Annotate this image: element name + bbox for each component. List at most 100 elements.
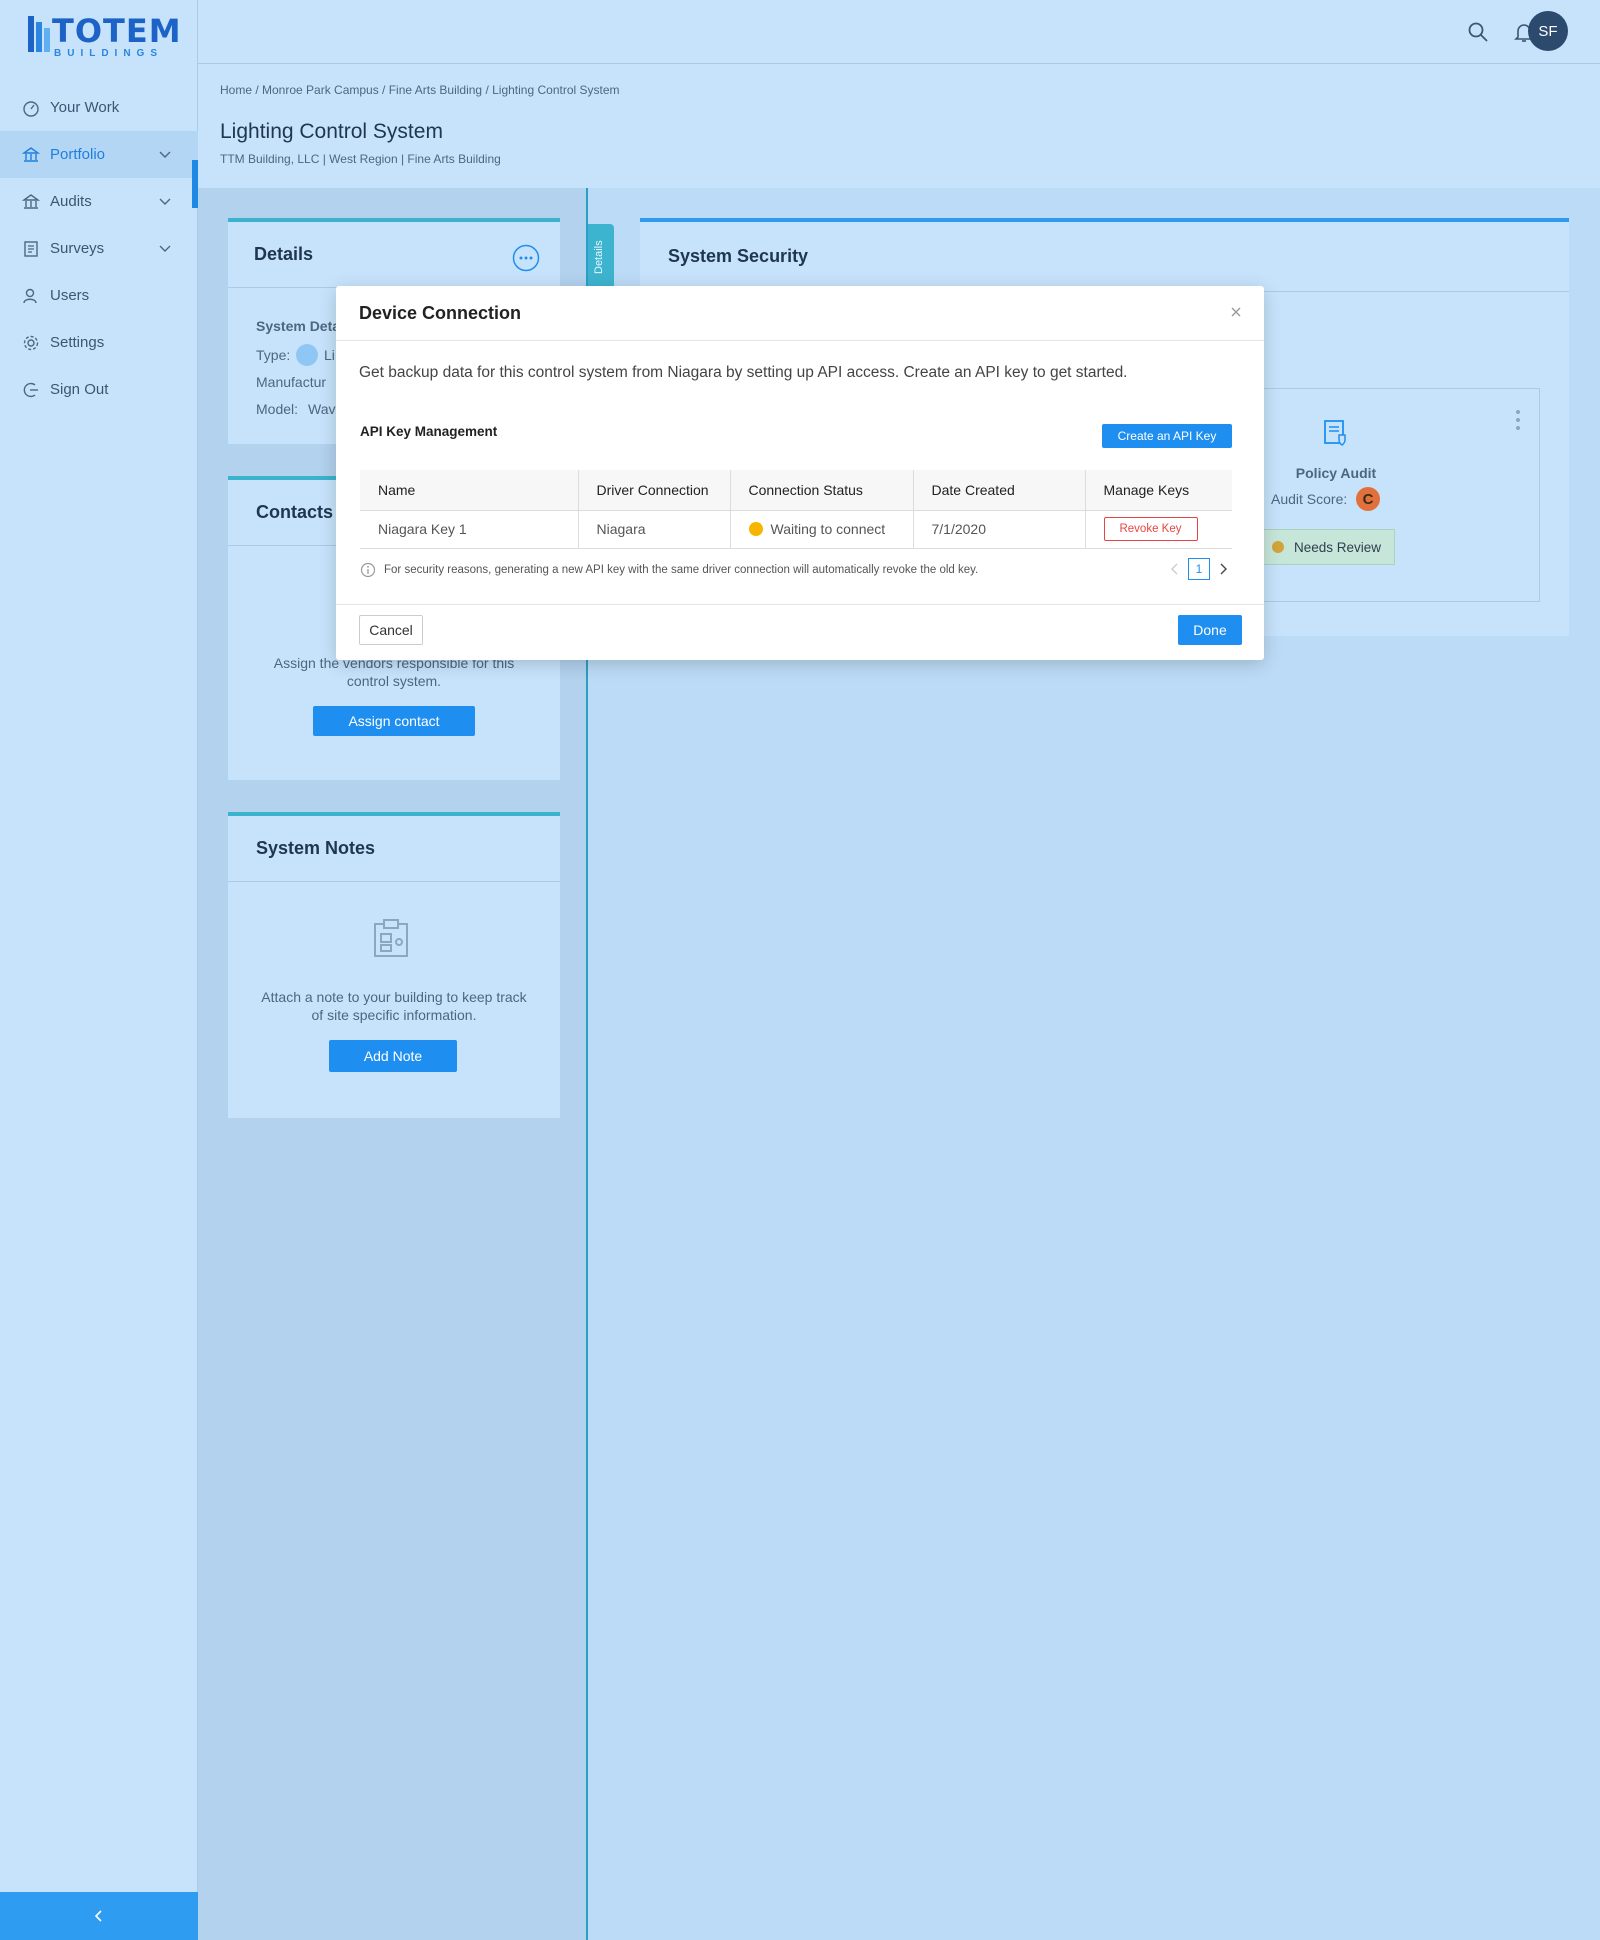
column-header-name: Name [360,470,579,511]
page-subtitle: TTM Building, LLC | West Region | Fine A… [220,152,501,166]
sidebar-item-settings[interactable]: Settings [0,319,198,366]
sidebar-item-surveys[interactable]: Surveys [0,225,198,272]
key-name: Niagara Key 1 [360,510,579,549]
system-notes-card: System Notes Attach a note to your build… [228,812,560,1118]
survey-icon [24,240,38,257]
sidebar-item-label: Sign Out [50,381,109,398]
notes-desc-line: of site specific information. [311,1007,477,1023]
add-note-button[interactable]: Add Note [329,1040,457,1072]
column-header-driver: Driver Connection [578,470,731,511]
modal-footer: Cancel Done [336,604,1264,660]
contacts-desc-line: control system. [346,673,442,689]
sidebar: TOTEM BUILDINGS Your Work Portfolio Audi… [0,0,198,1940]
status-badge: Needs Review [1261,529,1395,565]
sidebar-item-label: Portfolio [50,146,106,163]
cancel-button[interactable]: Cancel [359,615,423,645]
key-driver: Niagara [578,510,731,549]
key-actions: Revoke Key [1085,510,1232,549]
policy-audit-panel[interactable]: Policy Audit Audit Score: C Needs Review [1260,388,1540,602]
policy-document-icon [1324,420,1346,446]
assign-contact-button[interactable]: Assign contact [313,706,475,736]
sidebar-item-users[interactable]: Users [0,272,198,319]
manufacturer-label: Manufactur [256,374,327,390]
sidebar-item-label: Audits [50,193,92,210]
security-info-note: For security reasons, generating a new A… [360,562,978,578]
device-connection-modal: Device Connection Get backup data for th… [336,286,1264,660]
column-header-date: Date Created [913,470,1086,511]
column-header-status: Connection Status [730,470,914,511]
details-card-title: Details [228,222,560,288]
info-icon [360,562,376,578]
chevron-down-icon [159,198,171,205]
type-value: Li [324,347,335,363]
notes-description: Attach a note to your building to keep t… [228,988,560,1024]
page-header: Home / Monroe Park Campus / Fine Arts Bu… [198,64,1600,188]
notes-desc-line: Attach a note to your building to keep t… [261,989,527,1005]
search-icon[interactable] [1466,20,1490,44]
status-dot [1272,541,1284,553]
status-text: Needs Review [1294,539,1382,555]
chevron-right-icon[interactable] [1218,563,1228,575]
details-tab-label: Details [593,240,605,274]
create-api-key-button[interactable]: Create an API Key [1102,424,1232,448]
done-button[interactable]: Done [1178,615,1242,645]
api-keys-table: Name Driver Connection Connection Status… [360,470,1232,549]
gear-icon [23,335,39,350]
chevron-down-icon [159,151,171,158]
modal-title: Device Connection [336,286,1264,341]
table-header-row: Name Driver Connection Connection Status… [360,470,1232,511]
details-toggle-tab[interactable]: Details [588,224,614,290]
page-title: Lighting Control System [220,120,443,143]
dashboard-icon [23,100,39,117]
key-date: 7/1/2020 [913,510,1086,549]
bank-icon [22,146,40,162]
logo-wordmark: TOTEM [52,12,182,50]
key-status: Waiting to connect [730,510,914,549]
table-row: Niagara Key 1 Niagara Waiting to connect… [360,510,1232,549]
avatar[interactable]: SF [1528,11,1568,51]
modal-description: Get backup data for this control system … [359,364,1128,381]
bank-icon [22,193,40,209]
logo-subtitle: BUILDINGS [54,48,163,59]
column-header-manage: Manage Keys [1085,470,1232,511]
kebab-menu-icon[interactable] [1515,409,1521,431]
waiting-status-dot [748,522,763,536]
type-label: Type: [256,347,291,363]
audit-grade-badge: C [1356,487,1380,511]
page-number[interactable]: 1 [1188,558,1210,580]
sidebar-item-sign-out[interactable]: Sign Out [0,366,198,413]
sidebar-item-your-work[interactable]: Your Work [0,84,198,131]
model-label: Model: [256,401,299,417]
info-note-text: For security reasons, generating a new A… [384,564,979,576]
key-status-text: Waiting to connect [770,521,886,537]
totem-logo[interactable]: TOTEM BUILDINGS [28,14,181,59]
pagination: 1 [1170,558,1228,580]
sign-out-icon [23,382,38,397]
more-options-icon[interactable] [512,244,540,272]
sidebar-item-portfolio[interactable]: Portfolio [0,131,198,178]
sidebar-nav: Your Work Portfolio Audits Surveys Users… [0,84,198,413]
revoke-key-button[interactable]: Revoke Key [1103,517,1198,541]
building-logo-icon [28,16,50,52]
chevron-left-icon[interactable] [1170,563,1180,575]
lightbulb-icon [296,344,318,366]
chevron-down-icon [159,245,171,252]
sidebar-item-label: Surveys [50,240,105,257]
sidebar-item-label: Users [50,287,90,304]
model-value: Wav [308,401,336,417]
breadcrumb[interactable]: Home / Monroe Park Campus / Fine Arts Bu… [220,83,620,97]
audit-score-label: Audit Score: [1271,491,1348,507]
user-icon [23,288,37,303]
close-icon[interactable] [1228,304,1244,320]
sidebar-item-label: Your Work [50,99,120,116]
sidebar-item-audits[interactable]: Audits [0,178,198,225]
system-security-title: System Security [640,222,1569,292]
policy-audit-title: Policy Audit [1295,465,1377,481]
top-bar: SF [198,0,1600,64]
api-key-management-label: API Key Management [360,424,498,439]
collapse-sidebar-button[interactable] [0,1892,198,1940]
system-notes-title: System Notes [228,816,560,882]
chevron-left-icon [94,1910,102,1922]
sidebar-item-label: Settings [50,334,105,351]
system-details-heading: System Deta [256,318,341,334]
